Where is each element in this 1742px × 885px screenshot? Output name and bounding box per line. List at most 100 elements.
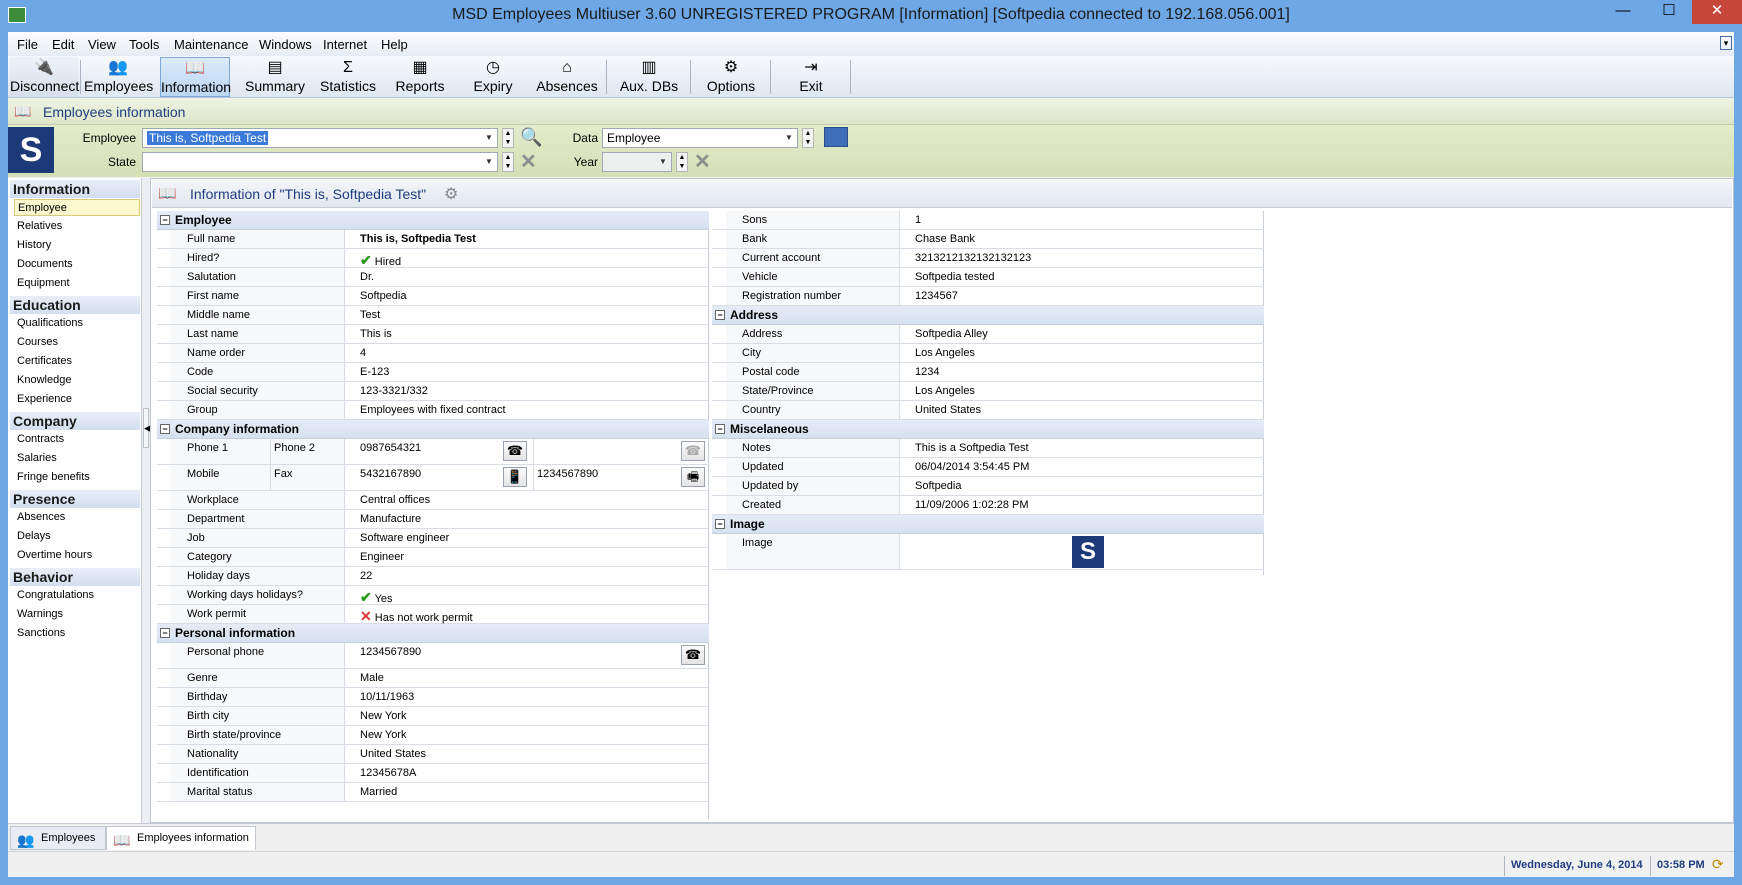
sync-icon[interactable]: ⟳	[1712, 856, 1724, 873]
sidebar-item-relatives[interactable]: Relatives	[14, 218, 140, 235]
row-full-name[interactable]: Full name This is, Softpedia Test	[157, 230, 709, 249]
sidebar-splitter[interactable]: ◀	[142, 178, 151, 823]
sidebar-item-delays[interactable]: Delays	[14, 528, 140, 545]
row-address[interactable]: Address Softpedia Alley	[712, 325, 1264, 344]
row-personal-phone[interactable]: Personal phone 1234567890 ☎	[157, 643, 709, 669]
category-address[interactable]: − Address	[712, 306, 1264, 325]
maximize-button[interactable]: ☐	[1646, 0, 1692, 24]
row-holiday-days[interactable]: Holiday days 22	[157, 567, 709, 586]
toolbar-exit-button[interactable]: ⇥ Exit	[778, 57, 844, 97]
sidebar-item-congratulations[interactable]: Congratulations	[14, 587, 140, 604]
menu-edit[interactable]: Edit	[52, 37, 74, 52]
row-last-name[interactable]: Last name This is	[157, 325, 709, 344]
row-phones[interactable]: Phone 1 Phone 2 0987654321 ☎ ☎	[157, 439, 709, 465]
toolbar-information-button[interactable]: 📖 Information	[160, 57, 231, 97]
row-bank[interactable]: Bank Chase Bank	[712, 230, 1264, 249]
toolbar-absences-button[interactable]: ⌂ Absences	[532, 57, 602, 97]
sidebar-group-education[interactable]: Education	[10, 296, 140, 314]
collapse-icon[interactable]: −	[715, 519, 725, 529]
row-image[interactable]: Image S	[712, 534, 1264, 570]
row-state-province[interactable]: State/Province Los Angeles	[712, 382, 1264, 401]
collapse-icon[interactable]: −	[715, 424, 725, 434]
toolbar-expiry-button[interactable]: ◷ Expiry	[460, 57, 526, 97]
menu-internet[interactable]: Internet	[323, 37, 367, 52]
category-personal-information[interactable]: − Personal information	[157, 624, 709, 643]
row-updated-by[interactable]: Updated by Softpedia	[712, 477, 1264, 496]
menu-tools[interactable]: Tools	[129, 37, 159, 52]
row-country[interactable]: Country United States	[712, 401, 1264, 420]
row-work-permit[interactable]: Work permit ✕ Has not work permit	[157, 605, 709, 624]
employee-combo[interactable]: This is, Softpedia Test ▼	[142, 128, 498, 148]
sidebar-item-fringe-benefits[interactable]: Fringe benefits	[14, 469, 140, 486]
row-middle-name[interactable]: Middle name Test	[157, 306, 709, 325]
category-company-information[interactable]: − Company information	[157, 420, 709, 439]
sidebar-item-warnings[interactable]: Warnings	[14, 606, 140, 623]
row-vehicle[interactable]: Vehicle Softpedia tested	[712, 268, 1264, 287]
menu-view[interactable]: View	[88, 37, 116, 52]
toolbar-disconnect-button[interactable]: 🔌 Disconnect	[10, 57, 79, 97]
row-code[interactable]: Code E-123	[157, 363, 709, 382]
row-salutation[interactable]: Salutation Dr.	[157, 268, 709, 287]
toolbar-auxdbs-button[interactable]: ▥ Aux. DBs	[614, 57, 684, 97]
gears-disabled-icon[interactable]: ⚙	[444, 184, 458, 204]
row-notes[interactable]: Notes This is a Softpedia Test	[712, 439, 1264, 458]
sidebar-item-equipment[interactable]: Equipment	[14, 275, 140, 292]
collapse-icon[interactable]: −	[160, 424, 170, 434]
row-genre[interactable]: Genre Male	[157, 669, 709, 688]
category-miscelaneous[interactable]: − Miscelaneous	[712, 420, 1264, 439]
employee-spinner[interactable]: ▲ ▼	[502, 128, 514, 148]
menu-windows[interactable]: Windows	[259, 37, 312, 52]
year-spinner[interactable]: ▲ ▼	[676, 152, 688, 172]
row-hired[interactable]: Hired? ✔ Hired	[157, 249, 709, 268]
category-image[interactable]: − Image	[712, 515, 1264, 534]
collapse-icon[interactable]: −	[160, 215, 170, 225]
sidebar-group-behavior[interactable]: Behavior	[10, 568, 140, 586]
sidebar-group-company[interactable]: Company	[10, 412, 140, 430]
collapse-chevron-icon[interactable]: ◀	[143, 408, 151, 448]
tab-employees[interactable]: 👥 Employees	[10, 826, 106, 850]
toolbar-options-button[interactable]: ⚙ Options	[698, 57, 764, 97]
toolbar-employees-button[interactable]: 👥 Employees	[84, 57, 153, 97]
row-sons[interactable]: Sons 1	[712, 211, 1264, 230]
chevron-down-icon[interactable]: ▼	[482, 130, 496, 146]
chevron-down-icon[interactable]: ▼	[782, 130, 796, 146]
search-icon[interactable]: 🔍	[520, 127, 542, 148]
row-birthday[interactable]: Birthday 10/11/1963	[157, 688, 709, 707]
clear-year-icon[interactable]: ✕	[694, 152, 711, 172]
row-social-security[interactable]: Social security 123-3321/332	[157, 382, 709, 401]
row-city[interactable]: City Los Angeles	[712, 344, 1264, 363]
toolbar-reports-button[interactable]: ▦ Reports	[387, 57, 453, 97]
dial-phone2-icon[interactable]: ☎	[681, 441, 705, 461]
collapse-icon[interactable]: −	[160, 628, 170, 638]
tab-employees-information[interactable]: 📖 Employees information	[106, 826, 256, 850]
row-nationality[interactable]: Nationality United States	[157, 745, 709, 764]
sidebar-item-certificates[interactable]: Certificates	[14, 353, 140, 370]
dial-phone-icon[interactable]: ☎	[681, 645, 705, 665]
year-combo[interactable]: ▼	[602, 152, 672, 172]
category-employee[interactable]: − Employee	[157, 211, 709, 230]
row-marital-status[interactable]: Marital status Married	[157, 783, 709, 802]
sidebar-group-presence[interactable]: Presence	[10, 490, 140, 508]
row-identification[interactable]: Identification 12345678A	[157, 764, 709, 783]
sidebar-item-salaries[interactable]: Salaries	[14, 450, 140, 467]
menu-maintenance[interactable]: Maintenance	[174, 37, 248, 52]
mobile-phone-icon[interactable]: 📱	[503, 467, 527, 487]
menu-chevron-icon[interactable]: ▾	[1720, 36, 1732, 50]
menu-help[interactable]: Help	[381, 37, 408, 52]
sidebar-item-documents[interactable]: Documents	[14, 256, 140, 273]
row-department[interactable]: Department Manufacture	[157, 510, 709, 529]
row-category[interactable]: Category Engineer	[157, 548, 709, 567]
sidebar-item-knowledge[interactable]: Knowledge	[14, 372, 140, 389]
sidebar-item-sanctions[interactable]: Sanctions	[14, 625, 140, 642]
sidebar-group-information[interactable]: Information	[10, 180, 140, 198]
row-birth-city[interactable]: Birth city New York	[157, 707, 709, 726]
sidebar-item-overtime-hours[interactable]: Overtime hours	[14, 547, 140, 564]
sidebar-item-absences[interactable]: Absences	[14, 509, 140, 526]
row-created[interactable]: Created 11/09/2006 1:02:28 PM	[712, 496, 1264, 515]
row-name-order[interactable]: Name order 4	[157, 344, 709, 363]
chevron-down-icon[interactable]: ▼	[656, 154, 670, 170]
sidebar-item-experience[interactable]: Experience	[14, 391, 140, 408]
row-postal-code[interactable]: Postal code 1234	[712, 363, 1264, 382]
row-workplace[interactable]: Workplace Central offices	[157, 491, 709, 510]
row-first-name[interactable]: First name Softpedia	[157, 287, 709, 306]
